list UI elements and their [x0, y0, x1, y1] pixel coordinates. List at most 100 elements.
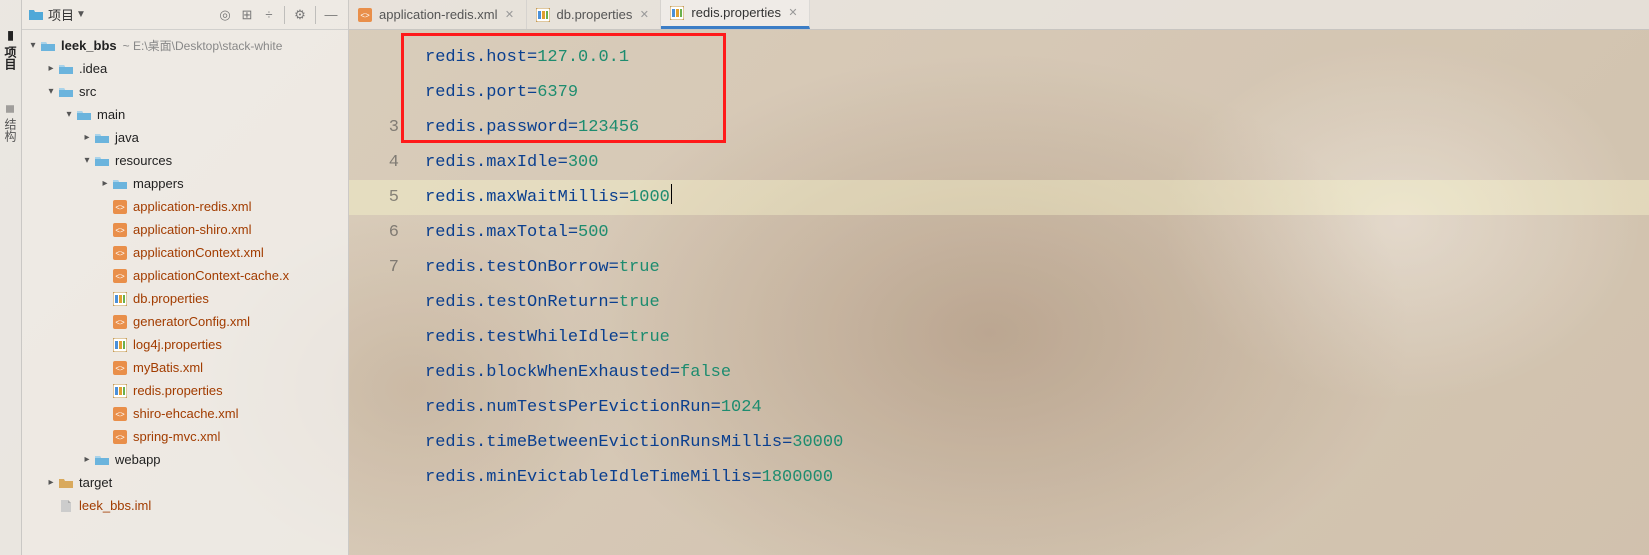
code-line[interactable]: redis.password=123456: [425, 110, 1649, 145]
toolwindow-structure-label: 结构: [2, 118, 19, 142]
code-line[interactable]: redis.testWhileIdle=true: [425, 320, 1649, 355]
line-number: 4: [349, 145, 399, 180]
tree-item[interactable]: ▸.idea: [22, 57, 348, 80]
prop-icon: [112, 383, 128, 399]
code-line[interactable]: redis.testOnReturn=true: [425, 285, 1649, 320]
tree-item[interactable]: ▸webapp: [22, 448, 348, 471]
editor-tab[interactable]: redis.properties ✕: [661, 0, 810, 29]
toolwindow-structure[interactable]: ≣ 结构: [2, 104, 19, 142]
tree-item[interactable]: <>myBatis.xml: [22, 356, 348, 379]
code-line[interactable]: redis.timeBetweenEvictionRunsMillis=3000…: [425, 425, 1649, 460]
tree-item[interactable]: <>application-shiro.xml: [22, 218, 348, 241]
tree-item[interactable]: log4j.properties: [22, 333, 348, 356]
editor-tab[interactable]: db.properties✕: [527, 0, 662, 29]
code-line[interactable]: redis.blockWhenExhausted=false: [425, 355, 1649, 390]
tree-arrow-icon[interactable]: ▸: [80, 454, 94, 465]
tree-arrow-icon[interactable]: ▾: [26, 40, 40, 51]
code-line[interactable]: redis.maxIdle=300: [425, 145, 1649, 180]
close-icon[interactable]: ✕: [504, 8, 516, 21]
line-gutter: 34567: [349, 30, 411, 555]
tree-arrow-icon[interactable]: ▸: [98, 178, 112, 189]
xml-icon: <>: [112, 222, 128, 238]
tree-item[interactable]: <>shiro-ehcache.xml: [22, 402, 348, 425]
toolwindow-project[interactable]: ▮ 项目: [2, 28, 19, 70]
tree-item[interactable]: db.properties: [22, 287, 348, 310]
editor-tab[interactable]: <> application-redis.xml ✕: [349, 0, 527, 29]
prop-icon: [112, 291, 128, 307]
expand-all-button[interactable]: ⊞: [236, 4, 258, 26]
tree-arrow-icon[interactable]: ▸: [44, 63, 58, 74]
xml-icon: <>: [112, 199, 128, 215]
tree-item-label: redis.properties: [133, 383, 223, 398]
folder-icon: [94, 452, 110, 468]
text-caret: [671, 184, 672, 204]
file-icon: [58, 498, 74, 514]
tree-item[interactable]: ▸ target: [22, 471, 348, 494]
svg-text:<>: <>: [115, 433, 125, 442]
code-area[interactable]: redis.host=127.0.0.1redis.port=6379redis…: [411, 30, 1649, 555]
tree-arrow-icon[interactable]: ▾: [62, 109, 76, 120]
tree-item-label: target: [79, 475, 112, 490]
tree-item-label: mappers: [133, 176, 184, 191]
tree-item[interactable]: <> spring-mvc.xml: [22, 425, 348, 448]
chevron-down-icon[interactable]: ▼: [76, 9, 86, 20]
project-tree[interactable]: ▾leek_bbs ~ E:\桌面\Desktop\stack-white▸.i…: [22, 30, 348, 555]
line-number: 5: [349, 180, 399, 215]
separator: [284, 6, 285, 24]
tree-item[interactable]: <>application-redis.xml: [22, 195, 348, 218]
tree-arrow-icon[interactable]: ▾: [80, 155, 94, 166]
collapse-all-button[interactable]: ÷: [258, 4, 280, 26]
tree-item-label: leek_bbs: [61, 38, 117, 53]
xml-icon: <>: [112, 429, 128, 445]
tree-item-label: spring-mvc.xml: [133, 429, 220, 444]
folder-icon: [58, 84, 74, 100]
tab-label: redis.properties: [691, 5, 781, 20]
editor-tabs: <>application-redis.xml✕db.properties✕re…: [349, 0, 1649, 30]
tree-item-label: leek_bbs.iml: [79, 498, 151, 513]
tree-item[interactable]: <>applicationContext-cache.x: [22, 264, 348, 287]
hide-panel-button[interactable]: —: [320, 4, 342, 26]
settings-button[interactable]: ⚙: [289, 4, 311, 26]
tree-item-label: java: [115, 130, 139, 145]
tree-item[interactable]: ▾ main: [22, 103, 348, 126]
tree-item[interactable]: <>applicationContext.xml: [22, 241, 348, 264]
code-line[interactable]: redis.host=127.0.0.1: [425, 40, 1649, 75]
editor-area: <>application-redis.xml✕db.properties✕re…: [349, 0, 1649, 555]
xml-icon: <>: [357, 7, 373, 23]
svg-text:<>: <>: [115, 410, 125, 419]
tree-item[interactable]: <>generatorConfig.xml: [22, 310, 348, 333]
tree-item-label: main: [97, 107, 125, 122]
xml-icon: <>: [112, 406, 128, 422]
tree-item-label: src: [79, 84, 96, 99]
tree-item[interactable]: ▾leek_bbs ~ E:\桌面\Desktop\stack-white: [22, 34, 348, 57]
xml-icon: <>: [112, 245, 128, 261]
code-line[interactable]: redis.maxTotal=500: [425, 215, 1649, 250]
toolwindow-project-label: 项目: [2, 46, 19, 70]
code-line[interactable]: redis.port=6379: [425, 75, 1649, 110]
close-icon[interactable]: ✕: [638, 8, 650, 21]
tree-item[interactable]: leek_bbs.iml: [22, 494, 348, 517]
folder-icon: [112, 176, 128, 192]
code-line[interactable]: redis.testOnBorrow=true: [425, 250, 1649, 285]
tree-item-label: log4j.properties: [133, 337, 222, 352]
tree-item[interactable]: redis.properties: [22, 379, 348, 402]
tree-arrow-icon[interactable]: ▾: [44, 86, 58, 97]
tree-item[interactable]: ▾ src: [22, 80, 348, 103]
project-panel-header: 项目 ▼ ◎ ⊞ ÷ ⚙ —: [22, 0, 348, 30]
tree-arrow-icon[interactable]: ▸: [80, 132, 94, 143]
tree-item[interactable]: ▾resources: [22, 149, 348, 172]
code-line[interactable]: redis.numTestsPerEvictionRun=1024: [425, 390, 1649, 425]
tree-item[interactable]: ▸ java: [22, 126, 348, 149]
tree-item[interactable]: ▸ mappers: [22, 172, 348, 195]
tree-item-label: db.properties: [133, 291, 209, 306]
tree-item-label: generatorConfig.xml: [133, 314, 250, 329]
code-line[interactable]: redis.minEvictableIdleTimeMillis=1800000: [425, 460, 1649, 495]
code-line[interactable]: redis.maxWaitMillis=1000: [425, 180, 1649, 215]
panel-title: 项目: [48, 5, 74, 24]
tree-arrow-icon[interactable]: ▸: [44, 477, 58, 488]
svg-text:<>: <>: [115, 203, 125, 212]
tab-label: application-redis.xml: [379, 7, 498, 22]
close-icon[interactable]: ✕: [787, 6, 799, 19]
scroll-to-source-button[interactable]: ◎: [214, 4, 236, 26]
line-number: [349, 40, 399, 75]
